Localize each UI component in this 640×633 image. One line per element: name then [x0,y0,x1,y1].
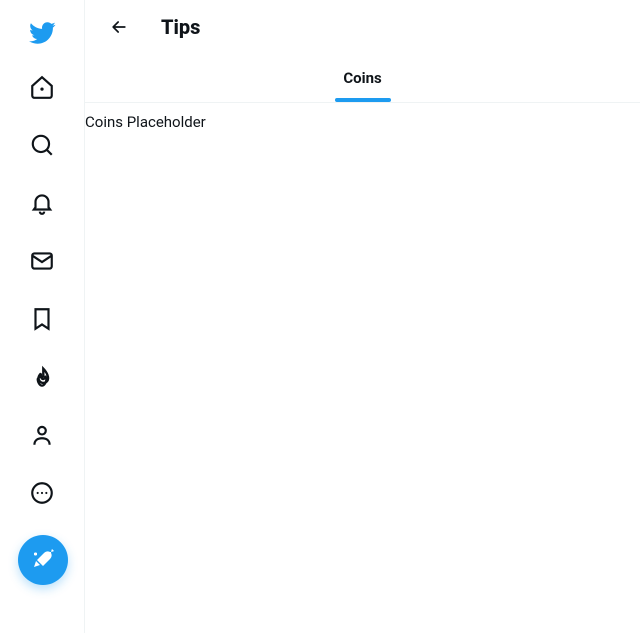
twitter-logo[interactable] [17,8,67,58]
nav-search[interactable] [17,120,67,170]
compose-icon [31,548,55,572]
nav-bookmarks[interactable] [17,294,67,344]
page-title: Tips [161,15,200,39]
bird-icon [28,19,56,47]
flame-icon [29,364,55,390]
arrow-left-icon [109,17,129,37]
compose-button[interactable] [18,535,68,585]
nav-list [17,62,67,518]
tab-label: Coins [343,69,381,87]
person-icon [29,422,55,448]
bookmark-icon [29,306,55,332]
home-icon [29,74,55,100]
nav-trends[interactable] [17,352,67,402]
nav-profile[interactable] [17,410,67,460]
nav-home[interactable] [17,62,67,112]
nav-more[interactable] [17,468,67,518]
sidebar [0,0,85,633]
nav-notifications[interactable] [17,178,67,228]
nav-messages[interactable] [17,236,67,286]
back-button[interactable] [101,9,137,45]
more-icon [29,480,55,506]
coins-placeholder: Coins Placeholder [85,113,640,131]
tab-coins[interactable]: Coins [85,53,640,102]
bell-icon [29,190,55,216]
main-content: Tips Coins Coins Placeholder [85,0,640,633]
envelope-icon [29,248,55,274]
page-header: Tips [85,0,640,53]
tabs: Coins [85,53,640,103]
tab-active-indicator [335,98,391,102]
search-icon [29,132,55,158]
content-area: Coins Placeholder [85,103,640,131]
